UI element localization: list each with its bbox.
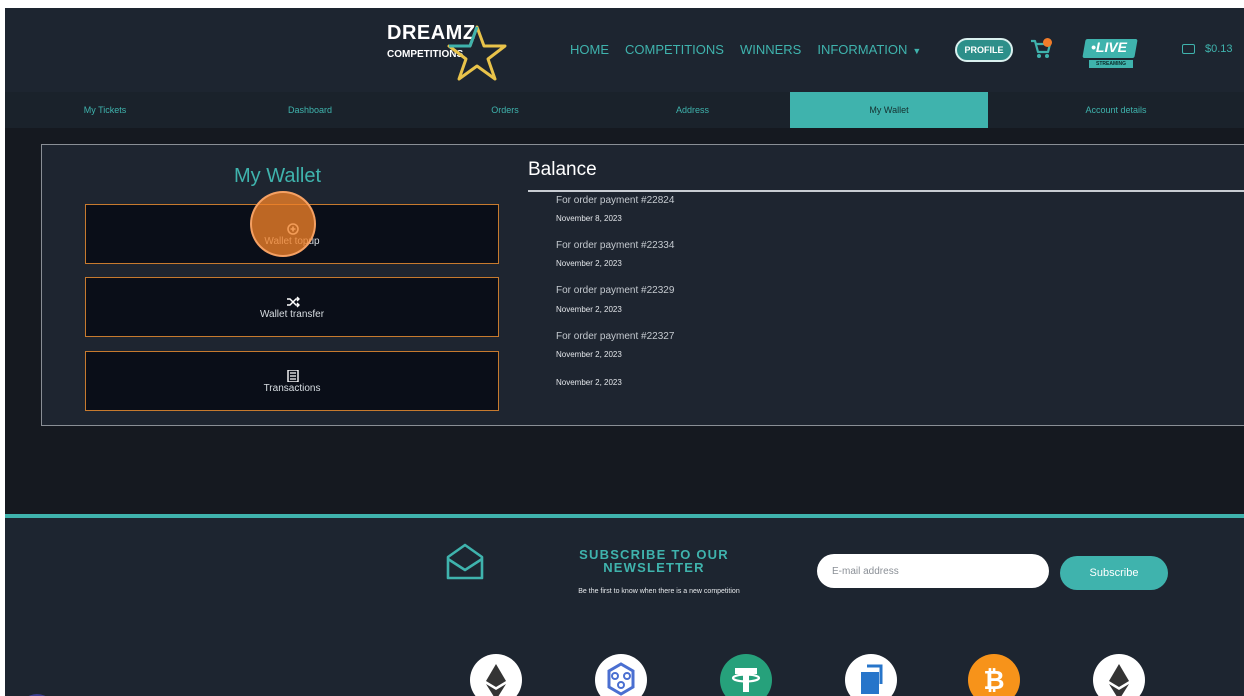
transaction-date: November 2, 2023	[556, 350, 622, 359]
transaction-date: November 8, 2023	[556, 214, 622, 223]
tab-orders[interactable]: Orders	[415, 92, 595, 128]
wallet-transfer-label: Wallet transfer	[259, 309, 325, 320]
cart-badge	[1043, 38, 1052, 47]
list-icon	[287, 370, 299, 382]
transaction-date: November 2, 2023	[556, 259, 622, 268]
balance-divider	[528, 190, 1244, 192]
nav-home[interactable]: HOME	[570, 42, 609, 57]
wallet-topup-button[interactable]: Wallet topup	[85, 204, 499, 264]
transaction-date: November 2, 2023	[556, 378, 622, 387]
tab-my-tickets[interactable]: My Tickets	[5, 92, 205, 128]
tether-icon	[720, 654, 772, 696]
nav-information[interactable]: INFORMATION ▼	[817, 42, 921, 57]
svg-text:₿: ₿	[983, 665, 1004, 695]
plus-circle-icon	[287, 223, 299, 235]
logo-star-icon	[447, 25, 507, 81]
transactions-label: Transactions	[263, 383, 321, 394]
transaction-description: For order payment #22327	[556, 331, 675, 342]
transaction-description: For order payment #22334	[556, 240, 675, 251]
live-label: •LIVE	[1091, 39, 1128, 55]
streaming-label: STREAMING	[1089, 60, 1133, 68]
main-content: My Wallet Wallet topup Wallet transfer T…	[5, 128, 1244, 514]
app-frame: DREAMZ COMPETITIONS HOME COMPETITIONS WI…	[5, 8, 1244, 696]
site-header: DREAMZ COMPETITIONS HOME COMPETITIONS WI…	[5, 8, 1244, 92]
cart-button[interactable]	[1029, 38, 1055, 62]
main-nav: HOME COMPETITIONS WINNERS INFORMATION ▼	[570, 42, 921, 57]
site-footer: SUBSCRIBE TO OUR NEWSLETTER Be the first …	[5, 518, 1244, 696]
newsletter-subtitle: Be the first to know when there is a new…	[578, 588, 740, 595]
newsletter-title: SUBSCRIBE TO OUR NEWSLETTER	[579, 547, 729, 575]
chainlink-icon	[595, 654, 647, 696]
transaction-description: For order payment #22824	[556, 195, 675, 206]
nav-winners[interactable]: WINNERS	[740, 42, 801, 57]
usdc-icon	[845, 654, 897, 696]
tab-dashboard[interactable]: Dashboard	[205, 92, 415, 128]
live-streaming-link[interactable]: •LIVE STREAMING	[1081, 36, 1145, 72]
shuffle-icon	[287, 296, 300, 308]
tab-account-details[interactable]: Account details	[988, 92, 1244, 128]
wallet-icon[interactable]	[1182, 44, 1195, 54]
wallet-title: My Wallet	[234, 165, 322, 187]
ethereum-icon	[470, 654, 522, 696]
tab-my-wallet[interactable]: My Wallet	[790, 92, 988, 128]
balance-title: Balance	[528, 159, 597, 180]
transactions-button[interactable]: Transactions	[85, 351, 499, 411]
chevron-down-icon: ▼	[912, 46, 922, 56]
nav-competitions[interactable]: COMPETITIONS	[625, 42, 724, 57]
tab-address[interactable]: Address	[595, 92, 790, 128]
wallet-balance[interactable]: $0.13	[1205, 43, 1233, 55]
account-tabs: My Tickets Dashboard Orders Address My W…	[5, 92, 1244, 128]
transaction-date: November 2, 2023	[556, 305, 622, 314]
transaction-description: For order payment #22329	[556, 285, 675, 296]
ethereum-icon	[1093, 654, 1145, 696]
subscribe-button[interactable]: Subscribe	[1060, 556, 1168, 590]
site-logo[interactable]: DREAMZ COMPETITIONS	[383, 18, 511, 82]
envelope-icon	[446, 543, 484, 580]
profile-button[interactable]: PROFILE	[955, 38, 1013, 62]
nav-information-label: INFORMATION	[817, 42, 908, 57]
email-field[interactable]	[817, 554, 1049, 588]
wallet-topup-label: Wallet topup	[264, 236, 320, 247]
bitcoin-icon: ₿	[968, 654, 1020, 696]
wallet-panel: My Wallet Wallet topup Wallet transfer T…	[41, 144, 1244, 426]
wallet-transfer-button[interactable]: Wallet transfer	[85, 277, 499, 337]
